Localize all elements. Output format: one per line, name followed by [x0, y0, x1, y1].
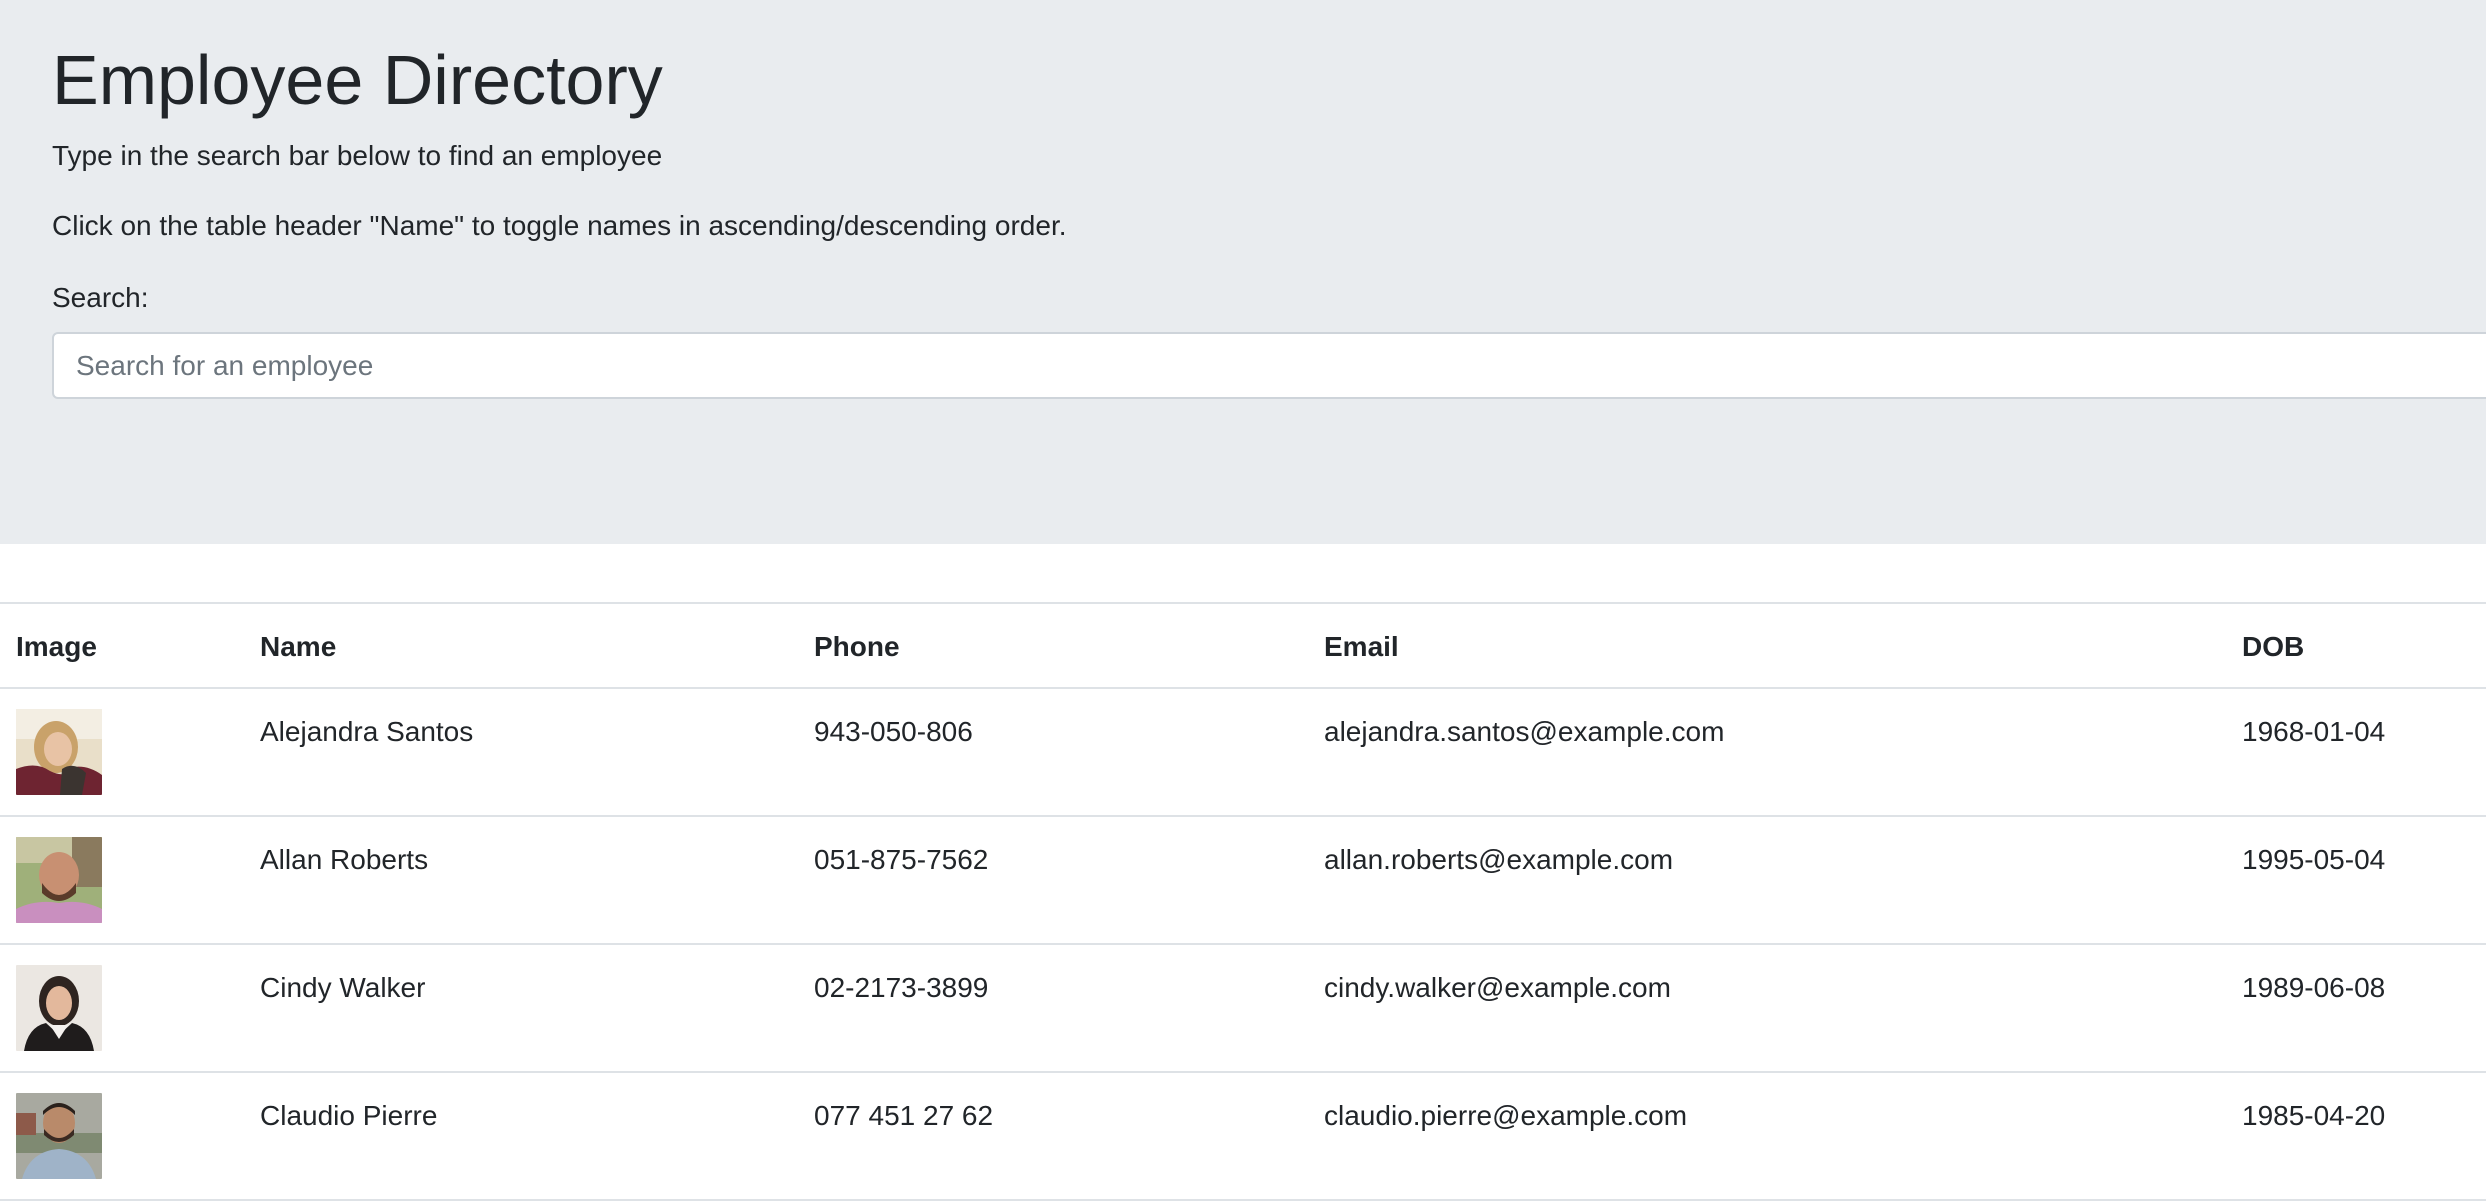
- column-header-phone: Phone: [798, 602, 1308, 689]
- search-instruction: Type in the search bar below to find an …: [52, 140, 663, 171]
- name-cell: Alejandra Santos: [244, 688, 798, 817]
- phone-cell: 051-875-7562: [798, 816, 1308, 945]
- email-cell: allan.roberts@example.com: [1308, 816, 2226, 945]
- header-row: Image Name Phone Email DOB: [0, 602, 2486, 689]
- email-cell: alejandra.santos@example.com: [1308, 688, 2226, 817]
- column-header-dob: DOB: [2226, 602, 2486, 689]
- dob-cell: 1968-01-04: [2226, 688, 2486, 817]
- email-cell: cindy.walker@example.com: [1308, 944, 2226, 1073]
- person-photo-icon: [16, 709, 102, 795]
- sort-instruction: Click on the table header "Name" to togg…: [52, 210, 1067, 241]
- dob-cell: 1989-06-08: [2226, 944, 2486, 1073]
- dob-cell: 1985-04-20: [2226, 1072, 2486, 1201]
- page-title: Employee Directory: [52, 41, 663, 119]
- phone-cell: 077 451 27 62: [798, 1072, 1308, 1201]
- column-header-image: Image: [0, 602, 244, 689]
- table-row: Allan Roberts 051-875-7562 allan.roberts…: [0, 816, 2486, 945]
- person-photo-icon: [16, 1093, 102, 1179]
- table-row: Cindy Walker 02-2173-3899 cindy.walker@e…: [0, 944, 2486, 1073]
- phone-cell: 02-2173-3899: [798, 944, 1308, 1073]
- dob-cell: 1995-05-04: [2226, 816, 2486, 945]
- name-cell: Allan Roberts: [244, 816, 798, 945]
- image-cell: [0, 1072, 244, 1201]
- employee-table-container: Image Name Phone Email DOB Alejandra San…: [0, 602, 2486, 1201]
- table-body: Alejandra Santos 943-050-806 alejandra.s…: [0, 688, 2486, 1201]
- table-row: Claudio Pierre 077 451 27 62 claudio.pie…: [0, 1072, 2486, 1201]
- search-label: Search:: [52, 282, 149, 313]
- header-section: Employee Directory Type in the search ba…: [0, 0, 2486, 544]
- table-header: Image Name Phone Email DOB: [0, 602, 2486, 689]
- name-cell: Cindy Walker: [244, 944, 798, 1073]
- phone-cell: 943-050-806: [798, 688, 1308, 817]
- person-photo-icon: [16, 837, 102, 923]
- column-header-email: Email: [1308, 602, 2226, 689]
- search-input[interactable]: [52, 332, 2486, 399]
- email-cell: claudio.pierre@example.com: [1308, 1072, 2226, 1201]
- image-cell: [0, 944, 244, 1073]
- person-photo-icon: [16, 965, 102, 1051]
- image-cell: [0, 688, 244, 817]
- column-header-name[interactable]: Name: [244, 602, 798, 689]
- name-cell: Claudio Pierre: [244, 1072, 798, 1201]
- table-row: Alejandra Santos 943-050-806 alejandra.s…: [0, 688, 2486, 817]
- image-cell: [0, 816, 244, 945]
- employee-table: Image Name Phone Email DOB Alejandra San…: [0, 602, 2486, 1201]
